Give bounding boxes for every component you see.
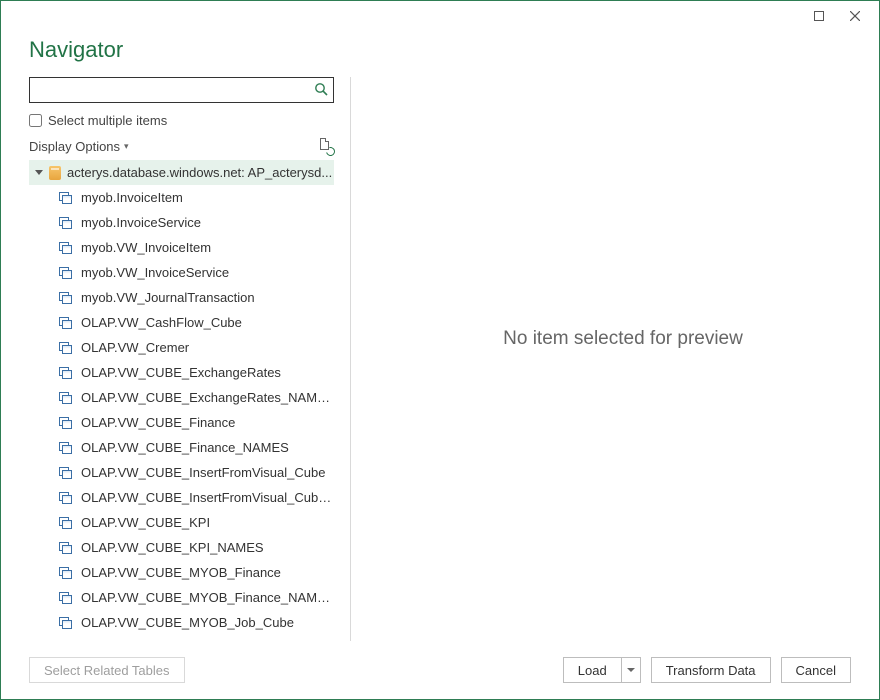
tree-item[interactable]: OLAP.VW_CUBE_MYOB_Finance — [29, 560, 334, 585]
tree-item-label: OLAP.VW_CUBE_KPI — [81, 515, 210, 530]
tree-item-label: OLAP.VW_CUBE_Finance_NAMES — [81, 440, 289, 455]
window-maximize-button[interactable] — [801, 4, 837, 28]
view-icon — [59, 567, 73, 579]
tree-item[interactable]: OLAP.VW_CUBE_InsertFromVisual_Cube — [29, 460, 334, 485]
tree-item[interactable]: OLAP.VW_CUBE_Finance — [29, 410, 334, 435]
square-icon — [814, 11, 824, 21]
view-icon — [59, 592, 73, 604]
tree-item-label: OLAP.VW_CashFlow_Cube — [81, 315, 242, 330]
tree-item[interactable]: OLAP.VW_CUBE_KPI — [29, 510, 334, 535]
view-icon — [59, 217, 73, 229]
cancel-button[interactable]: Cancel — [781, 657, 851, 683]
search-input[interactable] — [29, 77, 334, 103]
view-icon — [59, 292, 73, 304]
view-icon — [59, 517, 73, 529]
select-multiple-items-input[interactable] — [29, 114, 42, 127]
view-icon — [59, 417, 73, 429]
caret-down-icon — [35, 170, 43, 175]
display-options-label: Display Options — [29, 139, 120, 154]
view-icon — [59, 317, 73, 329]
tree-item-label: myob.InvoiceService — [81, 215, 201, 230]
tree-item-label: OLAP.VW_CUBE_KPI_NAMES — [81, 540, 264, 555]
tree-item[interactable]: myob.VW_JournalTransaction — [29, 285, 334, 310]
tree-item[interactable]: myob.VW_InvoiceItem — [29, 235, 334, 260]
preview-pane: No item selected for preview — [367, 77, 879, 641]
tree-item-label: OLAP.VW_Cremer — [81, 340, 189, 355]
view-icon — [59, 367, 73, 379]
tree-item-label: myob.VW_JournalTransaction — [81, 290, 255, 305]
left-pane: Select multiple items Display Options ▾ — [29, 77, 334, 641]
tree-item[interactable]: OLAP.VW_CashFlow_Cube — [29, 310, 334, 335]
select-related-tables-button[interactable]: Select Related Tables — [29, 657, 185, 683]
tree-item[interactable]: OLAP.VW_Cremer — [29, 335, 334, 360]
tree-item[interactable]: OLAP.VW_CUBE_ExchangeRates_NAMES — [29, 385, 334, 410]
tree-item-label: OLAP.VW_CUBE_ExchangeRates — [81, 365, 281, 380]
tree-item[interactable]: OLAP.VW_CUBE_MYOB_Finance_NAMES — [29, 585, 334, 610]
load-dropdown-button[interactable] — [621, 657, 641, 683]
view-icon — [59, 242, 73, 254]
view-icon — [59, 542, 73, 554]
display-options-dropdown[interactable]: Display Options ▾ — [29, 139, 129, 154]
chevron-down-icon — [627, 668, 635, 672]
tree-wrap: acterys.database.windows.net: AP_acterys… — [29, 160, 334, 641]
load-split-button: Load — [563, 657, 641, 683]
tree-item[interactable]: OLAP.VW_CUBE_InsertFromVisual_Cube_... — [29, 485, 334, 510]
tree-item-label: OLAP.VW_CUBE_MYOB_Job_Cube — [81, 615, 294, 630]
dialog-title: Navigator — [29, 37, 851, 63]
tree-root-label: acterys.database.windows.net: AP_acterys… — [67, 165, 334, 180]
tree-item[interactable]: OLAP.VW_CUBE_Finance_NAMES — [29, 435, 334, 460]
tree-item-label: myob.VW_InvoiceService — [81, 265, 229, 280]
tree-item-label: OLAP.VW_CUBE_InsertFromVisual_Cube — [81, 465, 325, 480]
options-row: Display Options ▾ — [29, 138, 334, 154]
tree-item[interactable]: myob.VW_InvoiceService — [29, 260, 334, 285]
view-icon — [59, 442, 73, 454]
view-icon — [59, 192, 73, 204]
dialog-footer: Select Related Tables Load Transform Dat… — [1, 641, 879, 699]
tree-item-label: myob.InvoiceItem — [81, 190, 183, 205]
search-wrap — [29, 77, 334, 103]
select-multiple-items-checkbox[interactable]: Select multiple items — [29, 113, 334, 128]
tree-item[interactable]: myob.InvoiceService — [29, 210, 334, 235]
view-icon — [59, 342, 73, 354]
transform-data-button[interactable]: Transform Data — [651, 657, 771, 683]
navigator-dialog: Navigator Select multiple items Displa — [0, 0, 880, 700]
tree-item[interactable]: OLAP.VW_CUBE_MYOB_Job_Cube — [29, 610, 334, 635]
window-titlebar — [1, 1, 879, 31]
tree-item-label: OLAP.VW_CUBE_InsertFromVisual_Cube_... — [81, 490, 334, 505]
tree-item[interactable]: OLAP.VW_CUBE_ExchangeRates — [29, 360, 334, 385]
tree-root-node[interactable]: acterys.database.windows.net: AP_acterys… — [29, 160, 334, 185]
dialog-header: Navigator — [1, 31, 879, 77]
tree-item[interactable]: OLAP.VW_CUBE_KPI_NAMES — [29, 535, 334, 560]
load-button[interactable]: Load — [563, 657, 621, 683]
database-icon — [49, 166, 61, 180]
object-tree[interactable]: acterys.database.windows.net: AP_acterys… — [29, 160, 334, 641]
dialog-body: Select multiple items Display Options ▾ — [1, 77, 879, 641]
tree-item-label: OLAP.VW_CUBE_MYOB_Finance_NAMES — [81, 590, 334, 605]
pane-divider — [350, 77, 351, 641]
view-icon — [59, 617, 73, 629]
view-icon — [59, 392, 73, 404]
tree-item[interactable]: myob.InvoiceItem — [29, 185, 334, 210]
tree-item-label: OLAP.VW_CUBE_MYOB_Finance — [81, 565, 281, 580]
tree-item-label: OLAP.VW_CUBE_ExchangeRates_NAMES — [81, 390, 334, 405]
select-multiple-items-label: Select multiple items — [48, 113, 167, 128]
close-icon — [850, 11, 860, 21]
view-icon — [59, 492, 73, 504]
tree-item-label: myob.VW_InvoiceItem — [81, 240, 211, 255]
chevron-down-icon: ▾ — [124, 141, 129, 152]
window-close-button[interactable] — [837, 4, 873, 28]
preview-empty-text: No item selected for preview — [503, 328, 743, 350]
refresh-button[interactable] — [318, 138, 334, 154]
view-icon — [59, 467, 73, 479]
view-icon — [59, 267, 73, 279]
search-icon — [314, 82, 328, 96]
tree-item-label: OLAP.VW_CUBE_Finance — [81, 415, 235, 430]
